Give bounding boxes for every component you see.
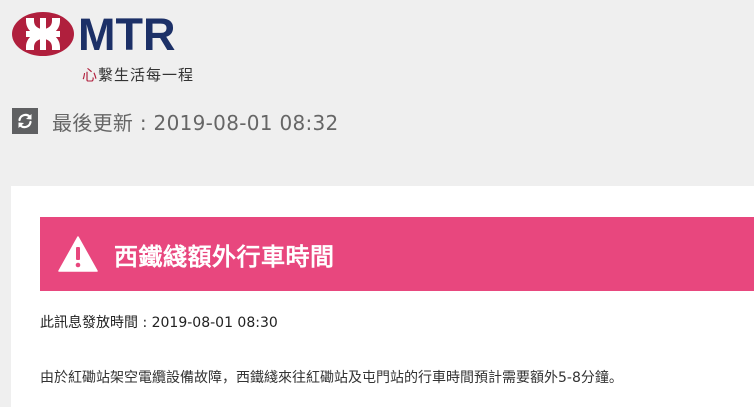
alert-message: 由於紅磡站架空電纜設備故障，西鐵綫來往紅磡站及屯門站的行車時間預計需要額外5-8…	[40, 370, 623, 386]
last-update-text: 最後更新 : 2019-08-01 08:32	[52, 110, 339, 135]
last-update-row: 最後更新 : 2019-08-01 08:32	[12, 107, 339, 135]
brand-wordmark: MTR	[78, 9, 176, 60]
brand-tagline: 心繫生活每一程	[82, 64, 194, 85]
warning-triangle-icon	[58, 236, 98, 272]
tagline-mark: 心	[82, 66, 99, 84]
mtr-emblem-icon	[12, 12, 74, 56]
alert-banner: 西鐵綫額外行車時間	[40, 217, 754, 291]
refresh-icon	[18, 113, 32, 129]
tagline-text: 繫生活每一程	[98, 66, 195, 84]
issued-time: 此訊息發放時間 : 2019-08-01 08:30	[40, 315, 278, 331]
refresh-button[interactable]	[12, 108, 38, 134]
alert-title: 西鐵綫額外行車時間	[114, 242, 335, 271]
mtr-logo[interactable]: MTR 心繫生活每一程	[12, 9, 212, 85]
alert-card: 西鐵綫額外行車時間 此訊息發放時間 : 2019-08-01 08:30 由於紅…	[11, 186, 754, 407]
